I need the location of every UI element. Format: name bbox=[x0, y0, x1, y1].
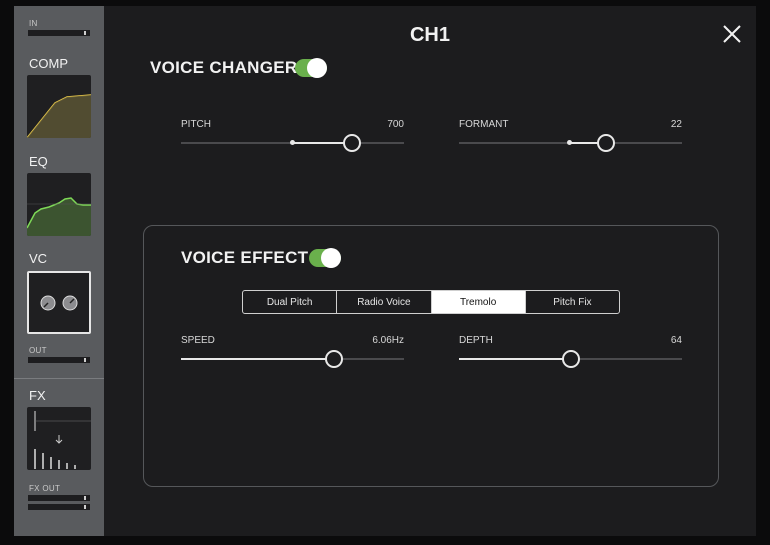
fx-out-meter-2 bbox=[28, 504, 90, 510]
mode-dual-pitch[interactable]: Dual Pitch bbox=[243, 291, 338, 313]
out-label: OUT bbox=[29, 346, 47, 355]
vc-label: VC bbox=[29, 251, 48, 266]
in-meter bbox=[28, 30, 90, 36]
vc-thumbnail[interactable] bbox=[27, 271, 91, 334]
page-title: CH1 bbox=[409, 24, 450, 46]
comp-label: COMP bbox=[29, 56, 68, 71]
formant-slider-handle[interactable] bbox=[597, 134, 615, 152]
formant-label: FORMANT bbox=[459, 119, 509, 130]
sidebar: IN COMP EQ VC OUT FX FX OUT bbox=[14, 6, 104, 536]
fx-decay-icon bbox=[34, 411, 91, 469]
depth-value: 64 bbox=[670, 335, 682, 346]
voice-effect-title: VOICE EFFECT bbox=[181, 248, 309, 267]
pitch-label: PITCH bbox=[181, 119, 211, 130]
depth-slider-handle[interactable] bbox=[562, 350, 580, 368]
speed-slider-handle[interactable] bbox=[325, 350, 343, 368]
speed-label: SPEED bbox=[181, 335, 215, 346]
fx-label: FX bbox=[29, 388, 46, 403]
fx-thumbnail[interactable] bbox=[27, 407, 91, 470]
sidebar-divider bbox=[14, 378, 104, 379]
effect-mode-selector: Dual Pitch Radio Voice Tremolo Pitch Fix bbox=[242, 290, 620, 314]
formant-center-dot bbox=[567, 140, 572, 145]
pitch-value: 700 bbox=[387, 119, 404, 130]
formant-value: 22 bbox=[670, 119, 682, 130]
eq-curve-icon bbox=[27, 197, 91, 236]
voice-effect-toggle[interactable] bbox=[309, 248, 341, 268]
eq-label: EQ bbox=[29, 154, 48, 169]
out-meter bbox=[28, 357, 90, 363]
toggle-knob bbox=[321, 248, 341, 268]
eq-thumbnail[interactable] bbox=[27, 173, 91, 236]
fx-out-label: FX OUT bbox=[29, 484, 61, 493]
voice-changer-title: VOICE CHANGER bbox=[150, 58, 298, 77]
depth-fill bbox=[459, 358, 570, 360]
comp-curve-icon bbox=[27, 94, 91, 138]
pitch-slider-handle[interactable] bbox=[343, 134, 361, 152]
close-icon[interactable] bbox=[720, 22, 744, 46]
pitch-center-dot bbox=[290, 140, 295, 145]
comp-thumbnail[interactable] bbox=[27, 75, 91, 138]
fx-out-meter-1 bbox=[28, 495, 90, 501]
mode-pitch-fix[interactable]: Pitch Fix bbox=[526, 291, 619, 313]
in-label: IN bbox=[29, 19, 38, 28]
knobs-icon bbox=[40, 295, 78, 311]
depth-label: DEPTH bbox=[459, 335, 493, 346]
toggle-knob bbox=[307, 58, 327, 78]
mode-radio-voice[interactable]: Radio Voice bbox=[337, 291, 432, 313]
mode-tremolo[interactable]: Tremolo bbox=[431, 291, 526, 313]
voice-changer-toggle[interactable] bbox=[295, 58, 327, 78]
speed-fill bbox=[181, 358, 333, 360]
speed-value: 6.06Hz bbox=[372, 335, 404, 346]
